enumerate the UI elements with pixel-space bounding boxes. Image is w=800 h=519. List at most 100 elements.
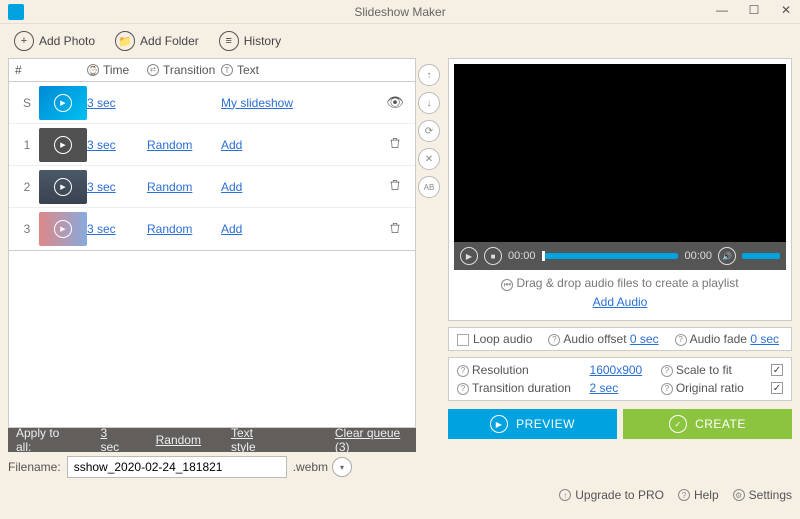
play-icon: ▶ bbox=[54, 136, 72, 154]
help-icon[interactable]: ? bbox=[457, 383, 469, 395]
slide-list: S▶3 secMy slideshow👁1▶3 secRandomAdd2▶3 … bbox=[8, 82, 416, 251]
play-icon: ▶ bbox=[54, 220, 72, 238]
time-link[interactable]: 3 sec bbox=[87, 180, 116, 194]
transition-link[interactable]: Random bbox=[147, 138, 192, 152]
add-photo-button[interactable]: + Add Photo bbox=[6, 27, 103, 55]
slide-thumbnail[interactable]: ▶ bbox=[39, 212, 87, 246]
slide-row[interactable]: 2▶3 secRandomAdd bbox=[9, 166, 415, 208]
main-toolbar: + Add Photo 📁 Add Folder ≡ History bbox=[0, 24, 800, 58]
preview-button[interactable]: ▶ PREVIEW bbox=[448, 409, 617, 439]
time-link[interactable]: 3 sec bbox=[87, 96, 116, 110]
delete-icon[interactable] bbox=[388, 221, 402, 235]
audio-fade-link[interactable]: 0 sec bbox=[750, 332, 779, 346]
move-up-button[interactable]: ↑ bbox=[418, 64, 440, 86]
text-link[interactable]: Add bbox=[221, 180, 242, 194]
col-text: Text bbox=[237, 63, 259, 77]
slide-index: S bbox=[15, 96, 39, 110]
delete-icon[interactable] bbox=[388, 178, 402, 192]
add-folder-button[interactable]: 📁 Add Folder bbox=[107, 27, 207, 55]
extension-dropdown[interactable]: ▾ bbox=[332, 457, 352, 477]
upgrade-pro-link[interactable]: ↑Upgrade to PRO bbox=[559, 488, 664, 502]
slide-thumbnail[interactable]: ▶ bbox=[39, 86, 87, 120]
transition-icon: ⮂ bbox=[147, 64, 159, 76]
apply-transition-link[interactable]: Random bbox=[156, 433, 201, 447]
add-audio-link[interactable]: Add Audio bbox=[593, 295, 648, 309]
apply-textstyle-link[interactable]: Text style bbox=[231, 426, 275, 454]
transition-link[interactable]: Random bbox=[147, 222, 192, 236]
delete-icon[interactable] bbox=[388, 136, 402, 150]
check-icon: ✓ bbox=[669, 415, 687, 433]
history-label: History bbox=[244, 34, 281, 48]
play-icon: ▶ bbox=[54, 178, 72, 196]
text-link[interactable]: My slideshow bbox=[221, 96, 293, 110]
help-link[interactable]: ?Help bbox=[678, 488, 719, 502]
time-link[interactable]: 3 sec bbox=[87, 138, 116, 152]
resolution-label: Resolution bbox=[472, 363, 529, 377]
audio-offset-link[interactable]: 0 sec bbox=[630, 332, 659, 346]
scale-to-fit-checkbox[interactable]: ✓ bbox=[771, 364, 783, 376]
filename-input[interactable] bbox=[67, 456, 287, 478]
play-button[interactable]: ▶ bbox=[460, 247, 478, 265]
clock-icon: ⌚ bbox=[87, 64, 99, 76]
create-button[interactable]: ✓ CREATE bbox=[623, 409, 792, 439]
transition-duration-label: Transition duration bbox=[472, 381, 571, 395]
visibility-icon[interactable]: 👁 bbox=[386, 94, 404, 110]
folder-icon: 📁 bbox=[115, 31, 135, 51]
title-bar: Slideshow Maker — ☐ ✕ bbox=[0, 0, 800, 24]
help-icon[interactable]: ? bbox=[457, 365, 469, 377]
shuffle-button[interactable]: ✕ bbox=[418, 148, 440, 170]
history-icon: ≡ bbox=[219, 31, 239, 51]
transition-duration-link[interactable]: 2 sec bbox=[590, 381, 651, 395]
text-link[interactable]: Add bbox=[221, 222, 242, 236]
file-extension: .webm bbox=[293, 460, 328, 474]
col-time: Time bbox=[103, 63, 129, 77]
audio-fade-label: Audio fade bbox=[690, 332, 747, 346]
slide-thumbnail[interactable]: ▶ bbox=[39, 128, 87, 162]
resolution-link[interactable]: 1600x900 bbox=[590, 363, 651, 377]
help-icon[interactable]: ? bbox=[661, 365, 673, 377]
minimize-button[interactable]: — bbox=[712, 0, 732, 20]
help-icon[interactable]: ? bbox=[675, 334, 687, 346]
mute-button[interactable]: 🔊 bbox=[718, 247, 736, 265]
rotate-button[interactable]: ⟳ bbox=[418, 120, 440, 142]
clear-queue-link[interactable]: Clear queue (3) bbox=[335, 426, 408, 454]
help-icon[interactable]: ? bbox=[548, 334, 560, 346]
volume-slider[interactable] bbox=[742, 253, 780, 259]
slide-row[interactable]: 1 ▶ 3 sec Random Add bbox=[9, 124, 415, 166]
app-logo-icon bbox=[8, 4, 24, 20]
maximize-button[interactable]: ☐ bbox=[744, 0, 764, 20]
text-icon: T bbox=[221, 64, 233, 76]
add-photo-label: Add Photo bbox=[39, 34, 95, 48]
apply-to-all-bar: Apply to all: 3 sec Random Text style Cl… bbox=[8, 428, 416, 452]
slide-row[interactable]: 3 ▶ 3 sec Random Add bbox=[9, 208, 415, 250]
gear-icon: ⚙ bbox=[733, 489, 745, 501]
original-ratio-checkbox[interactable]: ✓ bbox=[771, 382, 783, 394]
text-link[interactable]: Add bbox=[221, 138, 242, 152]
slide-row[interactable]: S▶3 sec My slideshow 👁 bbox=[9, 82, 415, 124]
apply-label: Apply to all: bbox=[16, 426, 70, 454]
loop-audio-checkbox[interactable]: Loop audio bbox=[457, 332, 532, 346]
slide-index: 3 bbox=[15, 222, 39, 236]
move-down-button[interactable]: ↓ bbox=[418, 92, 440, 114]
settings-link[interactable]: ⚙Settings bbox=[733, 488, 792, 502]
output-settings: ?Resolution 1600x900 ?Scale to fit ✓ ?Tr… bbox=[448, 357, 792, 401]
close-button[interactable]: ✕ bbox=[776, 0, 796, 20]
plus-icon: + bbox=[14, 31, 34, 51]
slide-index: 1 bbox=[15, 138, 39, 152]
time-total: 00:00 bbox=[684, 250, 712, 262]
playback-controls: ▶ ■ 00:00 00:00 🔊 bbox=[454, 242, 786, 270]
ab-button[interactable]: AB bbox=[418, 176, 440, 198]
transition-link[interactable]: Random bbox=[147, 180, 192, 194]
history-button[interactable]: ≡ History bbox=[211, 27, 289, 55]
help-icon[interactable]: ? bbox=[661, 383, 673, 395]
col-number: # bbox=[15, 63, 39, 77]
video-preview bbox=[454, 64, 786, 242]
stop-button[interactable]: ■ bbox=[484, 247, 502, 265]
apply-time-link[interactable]: 3 sec bbox=[100, 426, 125, 454]
seek-bar[interactable] bbox=[542, 253, 679, 259]
help-icon: ? bbox=[678, 489, 690, 501]
status-bar: ↑Upgrade to PRO ?Help ⚙Settings bbox=[0, 482, 800, 508]
slide-thumbnail[interactable]: ▶ bbox=[39, 170, 87, 204]
preview-panel: ▶ ■ 00:00 00:00 🔊 ⏮ Drag & drop audio fi… bbox=[448, 58, 792, 321]
time-link[interactable]: 3 sec bbox=[87, 222, 116, 236]
